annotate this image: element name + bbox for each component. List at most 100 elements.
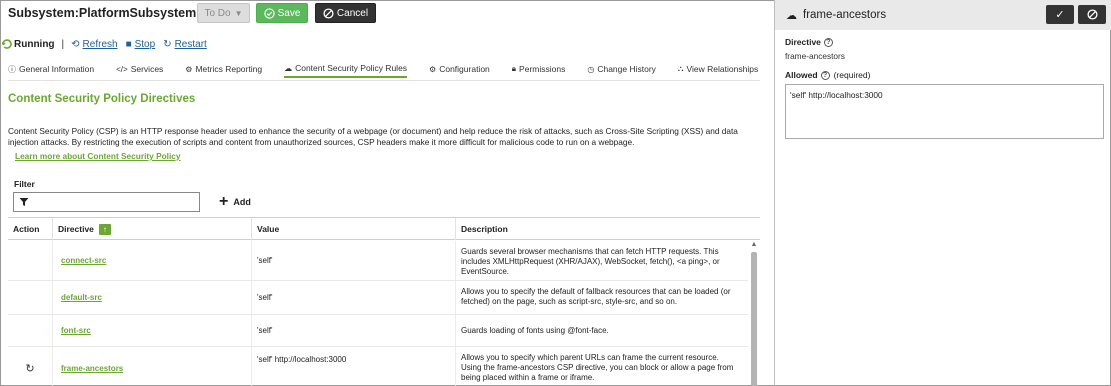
tab-permissions[interactable]: 🔒︎ Permissions [512, 60, 566, 78]
tab-general-information[interactable]: ⓘ General Information [8, 60, 94, 78]
scrollbar-thumb[interactable] [751, 252, 757, 386]
column-header-action: Action [8, 218, 53, 240]
table-row[interactable]: connect-src 'self' Guards several browse… [8, 241, 748, 281]
refresh-icon[interactable]: ⟲ [71, 39, 79, 50]
value-cell: 'self' http://localhost:3000 [252, 347, 456, 386]
add-label: Add [233, 197, 251, 207]
section-title: Content Security Policy Directives [8, 93, 196, 105]
help-icon[interactable]: ? [823, 37, 833, 47]
action-cell: ↻ [8, 347, 53, 386]
column-header-description: Description [461, 224, 508, 234]
tab-label: Permissions [519, 64, 566, 74]
tab-bar: ⓘ General Information </> Services ⚙ Metric… [8, 60, 780, 80]
restart-link[interactable]: Restart [175, 39, 207, 50]
save-label: Save [277, 7, 301, 19]
scroll-up-arrow-icon[interactable]: ▲ [750, 241, 758, 249]
info-icon: ⓘ [8, 64, 16, 74]
discard-button[interactable] [1078, 5, 1106, 24]
status-state: Running [14, 38, 55, 50]
tab-view-relationships[interactable]: ⛬ View Relationships [678, 60, 758, 78]
check-icon: ✓ [1055, 9, 1065, 21]
learn-more-link[interactable]: Learn more about Content Security Policy [15, 151, 181, 161]
stop-link[interactable]: Stop [135, 39, 156, 50]
code-icon: </> [116, 64, 128, 74]
stop-icon[interactable]: ■ [126, 39, 132, 50]
filter-input[interactable] [13, 192, 200, 212]
tab-services[interactable]: </> Services [116, 60, 163, 78]
action-cell [8, 241, 53, 280]
description-cell: Allows you to specify the default of fal… [461, 287, 731, 306]
lock-icon: 🔒︎ [511, 64, 517, 73]
tab-content-security-policy-rules[interactable]: ☁ Content Security Policy Rules [284, 60, 408, 78]
filter-label: Filter [14, 179, 35, 189]
table-row[interactable]: font-src 'self' Guards loading of fonts … [8, 315, 748, 347]
allowed-label: Allowed ? (required) [785, 70, 870, 80]
directive-cell: connect-src [53, 241, 252, 280]
column-header-directive[interactable]: Directive ↑ [53, 218, 252, 240]
required-note: (required) [833, 70, 871, 80]
todo-dropdown[interactable]: To Do ▼ [197, 3, 250, 23]
directive-link[interactable]: frame-ancestors [61, 364, 123, 373]
tree-icon: ⛬ [677, 64, 684, 73]
column-label: Directive [58, 224, 94, 234]
status-separator: | [61, 38, 65, 50]
page-title: Subsystem:PlatformSubsystem [8, 6, 197, 20]
add-button[interactable]: + Add [219, 193, 251, 210]
tab-metrics-reporting[interactable]: ⚙ Metrics Reporting [185, 60, 262, 78]
help-icon[interactable]: ? [820, 70, 830, 80]
filter-icon [19, 198, 29, 206]
directive-value: frame-ancestors [785, 51, 845, 61]
tab-label: Change History [597, 64, 656, 74]
allowed-label-text: Allowed [785, 70, 818, 80]
filter-text[interactable] [33, 197, 193, 207]
tab-configuration[interactable]: ⚙ Configuration [429, 60, 490, 78]
description-cell: Guards several browser mechanisms that c… [461, 247, 720, 276]
confirm-button[interactable]: ✓ [1046, 5, 1074, 24]
cancel-label: Cancel [336, 7, 369, 19]
directive-cell: font-src [53, 315, 252, 346]
allowed-textarea[interactable]: 'self' http://localhost:3000 [785, 84, 1104, 139]
sort-ascending-icon[interactable]: ↑ [98, 223, 111, 235]
clock-icon: ◷ [587, 64, 595, 74]
tab-label: Content Security Policy Rules [295, 63, 408, 73]
directive-link[interactable]: default-src [61, 293, 102, 302]
description-cell: Guards loading of fonts using @font-face… [461, 325, 609, 335]
todo-label: To Do [204, 7, 231, 19]
tab-divider [8, 80, 760, 81]
table-row[interactable]: default-src 'self' Allows you to specify… [8, 281, 748, 315]
ban-icon [323, 7, 334, 19]
revert-icon[interactable]: ↻ [25, 362, 34, 375]
tab-label: Services [130, 64, 164, 74]
check-circle-icon [263, 7, 275, 19]
ban-icon [1086, 9, 1098, 20]
plus-icon: + [219, 193, 229, 210]
section-description: Content Security Policy (CSP) is an HTTP… [8, 126, 738, 147]
table-scrollbar[interactable]: ▲ [750, 241, 758, 386]
value-cell: 'self' [252, 281, 456, 314]
directive-link[interactable]: font-src [61, 326, 91, 335]
directive-link[interactable]: connect-src [61, 256, 106, 265]
running-icon [2, 39, 12, 49]
value-cell: 'self' [252, 315, 456, 346]
tab-label: General Information [19, 64, 95, 74]
directives-table: Action Directive ↑ Value Description con… [8, 217, 760, 386]
cancel-button[interactable]: Cancel [315, 3, 376, 23]
cloud-icon: ☁ [786, 9, 797, 22]
description-cell: Allows you to specify which parent URLs … [461, 353, 734, 382]
tab-label: View Relationships [686, 64, 759, 74]
cloud-icon: ☁ [284, 63, 293, 73]
refresh-link[interactable]: Refresh [83, 39, 118, 50]
gear-icon: ⚙ [429, 64, 437, 74]
caret-down-icon: ▼ [234, 8, 243, 18]
status-bar: Running | ⟲ Refresh ■ Stop ↻ Restart [2, 37, 215, 51]
gear-icon: ⚙ [185, 64, 193, 74]
directive-editor-panel: ☁ frame-ancestors ✓ Directive ? frame-an… [774, 0, 1111, 386]
save-button[interactable]: Save [256, 3, 308, 23]
action-cell [8, 315, 53, 346]
restart-icon[interactable]: ↻ [163, 39, 171, 50]
table-header: Action Directive ↑ Value Description [8, 218, 760, 240]
tab-change-history[interactable]: ◷ Change History [587, 60, 656, 78]
table-row[interactable]: ↻ frame-ancestors 'self' http://localhos… [8, 347, 748, 386]
column-header-value: Value [252, 218, 456, 240]
action-cell [8, 281, 53, 314]
